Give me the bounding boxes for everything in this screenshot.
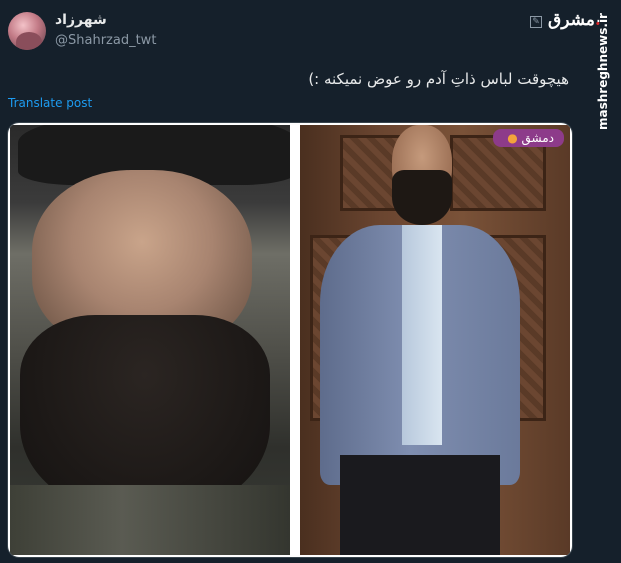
military-gear: [10, 485, 290, 555]
edit-icon[interactable]: ✎: [530, 16, 542, 28]
side-watermark: mashreghnews.ir: [596, 13, 610, 130]
logo-text: مشرق: [548, 10, 596, 30]
translate-post-link[interactable]: Translate post: [8, 96, 92, 110]
pin-icon: ●: [507, 131, 518, 145]
tweet-media[interactable]: دمشق ●: [7, 122, 573, 558]
left-photo[interactable]: [10, 125, 290, 555]
user-handle[interactable]: @Shahrzad_twt: [55, 33, 156, 48]
tweet-text: هیچوقت لباس ذاتِ آدم رو عوض نمیکنه :): [308, 70, 569, 88]
avatar[interactable]: [8, 12, 46, 50]
shirt: [402, 225, 442, 445]
right-photo[interactable]: دمشق ●: [300, 125, 570, 555]
beard: [392, 170, 452, 225]
tweet-card[interactable]: شهرزاد @Shahrzad_twt ✎ مشرق. mashreghnew…: [0, 0, 621, 563]
pants: [340, 455, 500, 555]
display-name[interactable]: شهرزاد: [55, 12, 107, 28]
location-badge: دمشق ●: [493, 129, 564, 147]
brand-logo: مشرق.: [548, 10, 602, 30]
location-label: دمشق: [521, 131, 554, 145]
